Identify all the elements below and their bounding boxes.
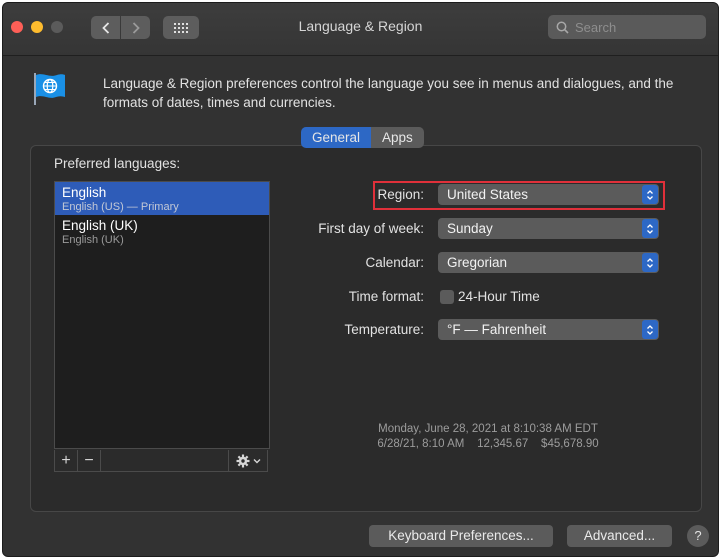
region-highlight [373, 181, 665, 210]
updown-chevron-icon [642, 219, 658, 238]
tab-general[interactable]: General [301, 127, 372, 148]
advanced-button[interactable]: Advanced... [567, 525, 672, 547]
list-item[interactable]: English (UK) English (UK) [55, 215, 269, 248]
updown-chevron-icon [642, 253, 658, 272]
first-day-label: First day of week: [318, 221, 424, 236]
flag-globe-icon [34, 73, 65, 105]
format-sample-date: Monday, June 28, 2021 at 8:10:38 AM EDT [378, 423, 598, 435]
temperature-label: Temperature: [344, 322, 424, 337]
temperature-popup[interactable]: °F — Fahrenheit [438, 319, 659, 340]
temperature-value: °F — Fahrenheit [447, 322, 547, 337]
add-language-button[interactable]: + [55, 450, 78, 471]
24-hour-time-label[interactable]: 24-Hour Time [458, 289, 540, 304]
time-format-label: Time format: [348, 289, 424, 304]
calendar-value: Gregorian [447, 255, 508, 270]
language-subtitle: English (UK) [62, 234, 124, 246]
action-menu-button[interactable] [229, 450, 267, 471]
list-item[interactable]: English English (US) — Primary [55, 182, 269, 215]
language-name: English (UK) [62, 218, 138, 233]
keyboard-preferences-button[interactable]: Keyboard Preferences... [369, 525, 553, 547]
preferences-window: Language & Region Language & Region pref… [2, 2, 719, 557]
tab-bar: General Apps [301, 127, 424, 148]
language-name: English [62, 185, 107, 200]
first-day-value: Sunday [447, 221, 493, 236]
format-sample-numbers: 6/28/21, 8:10 AM 12,345.67 $45,678.90 [377, 438, 599, 450]
language-list[interactable]: English English (US) — Primary English (… [54, 181, 270, 449]
language-list-toolbar: + − [54, 450, 268, 472]
calendar-label: Calendar: [365, 255, 424, 270]
language-subtitle: English (US) — Primary [62, 201, 179, 213]
search-input[interactable] [575, 19, 695, 35]
chevron-down-icon [253, 458, 260, 463]
calendar-popup[interactable]: Gregorian [438, 252, 659, 273]
remove-language-button[interactable]: − [78, 450, 101, 471]
24-hour-time-checkbox[interactable] [440, 290, 454, 304]
preferred-languages-label: Preferred languages: [54, 156, 181, 171]
header-description: Language & Region preferences control th… [103, 76, 674, 110]
search-field[interactable] [548, 15, 706, 39]
updown-chevron-icon [642, 320, 658, 339]
toolbar-spacer [101, 450, 229, 471]
search-icon [556, 21, 569, 34]
gear-icon [236, 454, 249, 467]
title-bar: Language & Region [3, 3, 718, 56]
tab-apps[interactable]: Apps [371, 127, 424, 148]
first-day-popup[interactable]: Sunday [438, 218, 659, 239]
help-button[interactable]: ? [687, 525, 709, 547]
